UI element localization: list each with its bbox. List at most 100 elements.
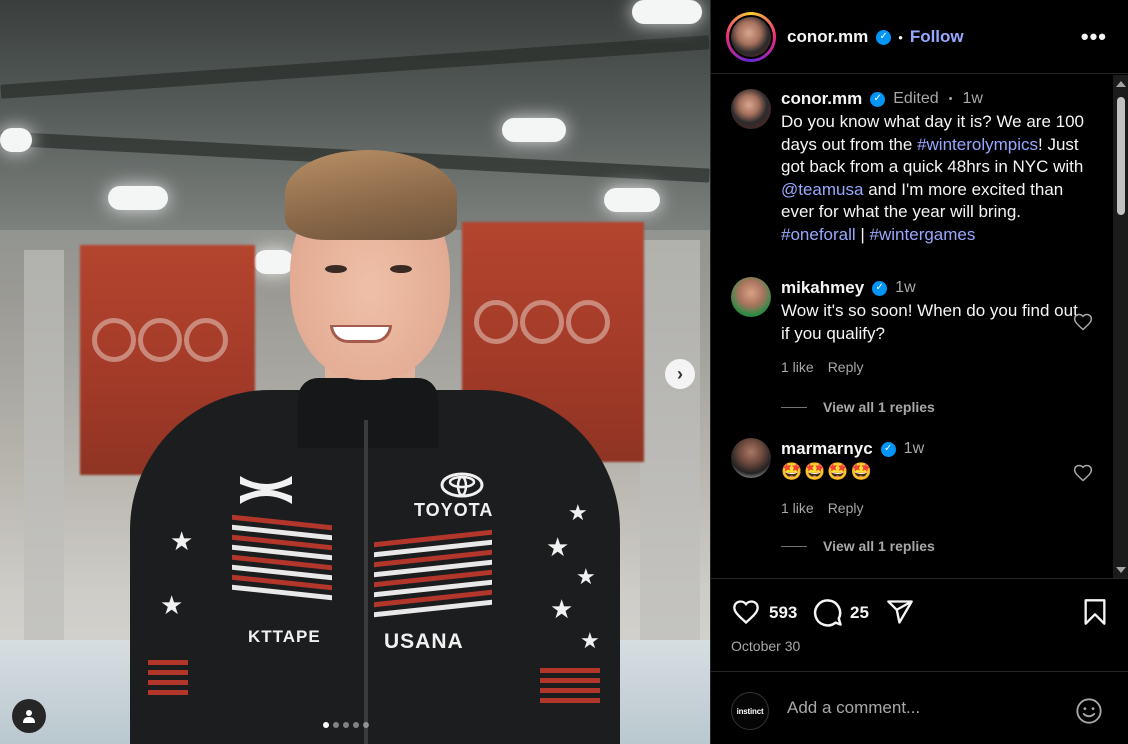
comment-like-count[interactable]: 1 like bbox=[781, 500, 814, 516]
follow-button[interactable]: Follow bbox=[910, 27, 964, 47]
comment-icon[interactable] bbox=[813, 597, 843, 627]
separator-dot: • bbox=[948, 93, 953, 105]
comment-text: 🤩🤩🤩🤩 bbox=[781, 462, 874, 481]
suit-stripes bbox=[374, 529, 492, 622]
suit-zipper bbox=[364, 420, 368, 744]
comment-time[interactable]: 1w bbox=[904, 440, 924, 458]
scroll-up-arrow[interactable] bbox=[1116, 81, 1126, 87]
suit-star: ★ bbox=[160, 590, 184, 620]
verified-icon: ✓ bbox=[870, 91, 886, 107]
ceiling-light bbox=[108, 186, 168, 210]
heart-icon[interactable] bbox=[1073, 312, 1093, 332]
hashtag-link[interactable]: #wintergames bbox=[870, 225, 976, 244]
sponsor-kttape-text: KTTAPE bbox=[248, 627, 321, 646]
hashtag-link[interactable]: #winterolympics bbox=[917, 135, 1038, 154]
comments-list[interactable]: conor.mm ✓ Edited • 1w Do you know what … bbox=[711, 75, 1128, 579]
sponsor-toyota-text: TOYOTA bbox=[414, 500, 494, 520]
under-armour-logo bbox=[240, 476, 292, 504]
author-avatar[interactable] bbox=[726, 12, 776, 62]
view-replies-button[interactable]: View all 1 replies bbox=[781, 538, 935, 554]
comment-time[interactable]: 1w bbox=[895, 279, 915, 297]
olympic-rings bbox=[474, 300, 610, 344]
suit-star: ★ bbox=[170, 526, 194, 556]
carousel-dot bbox=[333, 722, 339, 728]
like-count[interactable]: 593 bbox=[769, 603, 797, 623]
caption-text: Do you know what day it is? We are 100 d… bbox=[781, 111, 1097, 246]
olympic-rings bbox=[92, 318, 228, 362]
carousel-dot bbox=[323, 722, 329, 728]
emoji-icon[interactable] bbox=[1075, 697, 1103, 725]
more-icon[interactable]: ••• bbox=[1081, 26, 1107, 48]
ceiling-light bbox=[254, 250, 294, 274]
comment-text: Wow it's so soon! When do you find out i… bbox=[781, 301, 1078, 343]
suit-sleeve-stripes bbox=[540, 668, 600, 708]
verified-icon: ✓ bbox=[880, 441, 896, 457]
scroll-thumb[interactable] bbox=[1117, 97, 1125, 215]
ceiling-light bbox=[632, 0, 702, 24]
post-photo[interactable]: TOYOTA KTTAPE USANA ★ ★ ★ ★ ★ ★ ★ › bbox=[0, 0, 710, 744]
athlete-hair bbox=[285, 150, 457, 240]
caption: conor.mm ✓ Edited • 1w Do you know what … bbox=[781, 89, 1097, 246]
carousel-dot bbox=[363, 722, 369, 728]
carousel-dot bbox=[343, 722, 349, 728]
share-icon[interactable] bbox=[885, 598, 915, 626]
athlete-eye bbox=[325, 265, 347, 273]
toyota-logo bbox=[440, 472, 484, 498]
carousel-indicator bbox=[323, 722, 369, 728]
heart-icon[interactable] bbox=[731, 598, 761, 626]
view-replies-label: View all 1 replies bbox=[823, 399, 935, 415]
hashtag-link[interactable]: #oneforall bbox=[781, 225, 856, 244]
edited-label: Edited bbox=[893, 90, 939, 107]
bookmark-icon[interactable] bbox=[1083, 598, 1107, 626]
caption-author-username[interactable]: conor.mm bbox=[781, 89, 862, 109]
commenter-avatar[interactable] bbox=[731, 438, 771, 478]
comment-username[interactable]: marmarnyc bbox=[781, 439, 873, 459]
suit-star: ★ bbox=[568, 500, 588, 525]
view-replies-button[interactable]: View all 1 replies bbox=[781, 399, 935, 415]
chevron-right-icon: › bbox=[677, 363, 683, 384]
add-comment-bar: instinct bbox=[711, 672, 1128, 744]
replies-divider bbox=[781, 406, 807, 408]
suit-star: ★ bbox=[576, 564, 596, 589]
post-header: conor.mm ✓ • Follow ••• bbox=[711, 0, 1128, 74]
suit-star: ★ bbox=[580, 628, 600, 653]
verified-icon: ✓ bbox=[876, 29, 892, 45]
athlete-eye bbox=[390, 265, 412, 273]
suit-collar bbox=[298, 378, 438, 448]
reply-button[interactable]: Reply bbox=[828, 359, 864, 375]
comment: marmarnyc ✓ 1w 🤩🤩🤩🤩 1 like Reply bbox=[781, 439, 1081, 516]
verified-icon: ✓ bbox=[872, 280, 888, 296]
comment-username[interactable]: mikahmey bbox=[781, 278, 864, 298]
heart-icon[interactable] bbox=[1073, 463, 1093, 483]
sponsor-usana-text: USANA bbox=[384, 630, 464, 653]
arena-column bbox=[640, 240, 700, 660]
mention-link[interactable]: @teamusa bbox=[781, 180, 863, 199]
caption-text-part: | bbox=[855, 224, 870, 244]
comment-input[interactable] bbox=[787, 698, 1057, 718]
next-slide-button[interactable]: › bbox=[665, 359, 695, 389]
athlete-smile bbox=[330, 325, 392, 343]
arena-column bbox=[24, 250, 64, 650]
post-date[interactable]: October 30 bbox=[731, 638, 800, 654]
ceiling-light bbox=[604, 188, 660, 212]
carousel-dot bbox=[353, 722, 359, 728]
comment-like-count[interactable]: 1 like bbox=[781, 359, 814, 375]
suit-star: ★ bbox=[546, 532, 570, 562]
post-details-panel: conor.mm ✓ • Follow ••• conor.mm ✓ Edite… bbox=[710, 0, 1128, 744]
separator-dot: • bbox=[898, 29, 903, 45]
replies-divider bbox=[781, 545, 807, 547]
comment-count[interactable]: 25 bbox=[850, 603, 869, 623]
ceiling-light bbox=[0, 128, 32, 152]
view-replies-label: View all 1 replies bbox=[823, 538, 935, 554]
ceiling-light bbox=[502, 118, 566, 142]
tagged-users-button[interactable] bbox=[12, 699, 46, 733]
current-user-avatar[interactable]: instinct bbox=[731, 692, 769, 730]
scroll-down-arrow[interactable] bbox=[1116, 567, 1126, 573]
comments-scrollbar[interactable] bbox=[1113, 75, 1128, 578]
reply-button[interactable]: Reply bbox=[828, 500, 864, 516]
author-username[interactable]: conor.mm bbox=[787, 27, 868, 47]
caption-author-avatar[interactable] bbox=[731, 89, 771, 129]
caption-time: 1w bbox=[962, 90, 983, 107]
commenter-avatar[interactable] bbox=[731, 277, 771, 317]
suit-star: ★ bbox=[550, 594, 574, 624]
